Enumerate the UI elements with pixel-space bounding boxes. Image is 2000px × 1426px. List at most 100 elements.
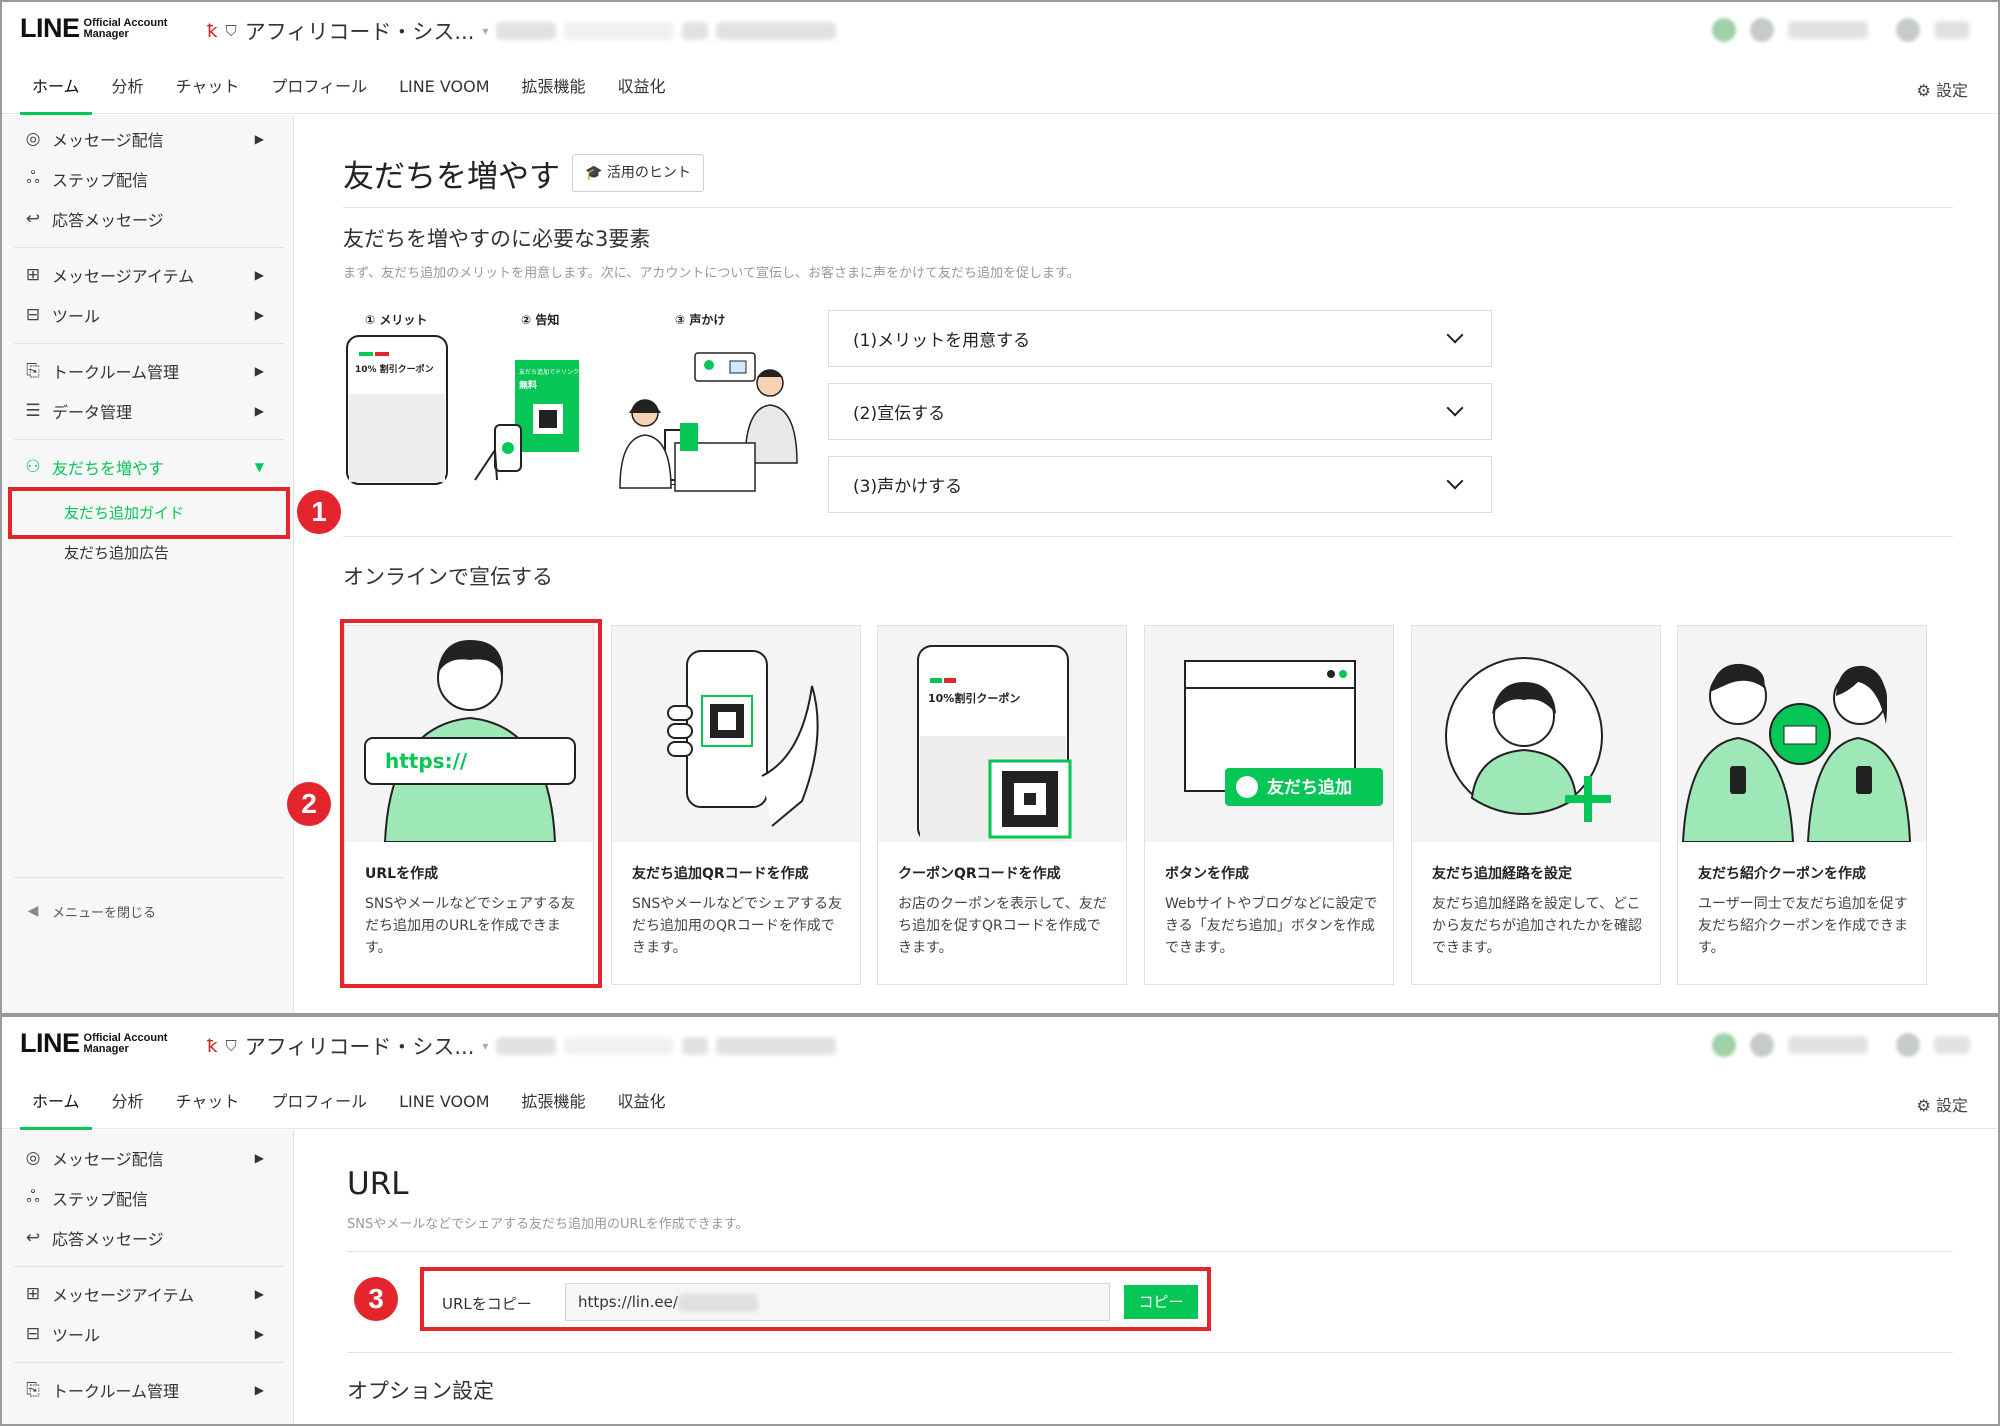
sidebar-item-tool[interactable]: ⊟ ツール ▶ (22, 299, 272, 331)
card-route[interactable]: 友だち追加経路を設定 友だち追加経路を設定して、どこから友だちが追加されたかを確… (1411, 625, 1661, 985)
logo-sub2: Manager (83, 1042, 129, 1055)
step-icon: ஃ (26, 1187, 40, 1207)
sidebar-item-step[interactable]: ஃ ステップ配信 (22, 163, 272, 195)
sidebar-item-broadcast[interactable]: ◎ メッセージ配信 ▶ (22, 1142, 272, 1174)
accordion-merit[interactable]: (1)メリットを用意する (828, 310, 1492, 367)
tab-analytics[interactable]: 分析 (96, 60, 160, 114)
notification-icon[interactable] (1712, 1033, 1736, 1057)
avatar[interactable] (1750, 1033, 1774, 1057)
page-title: 友だちを増やす (343, 159, 560, 195)
card-friend-qr[interactable]: 友だち追加QRコードを作成 SNSやメールなどでシェアする友だち追加用のQRコー… (611, 625, 861, 985)
chevron-right-icon: ▶ (254, 364, 264, 378)
tool-icon: ⊟ (25, 305, 41, 325)
step-label-voice: ③ 声かけ (675, 313, 726, 327)
sidebar-item-data[interactable]: ☰ データ管理 ▶ (22, 395, 272, 427)
account-switcher[interactable]: ꝁ ⛉ アフィリコード・シス... ▾ (207, 16, 837, 46)
highlight-url-card (340, 619, 602, 988)
sidebar-item-talkroom[interactable]: ⎘ トークルーム管理 ▶ (22, 1374, 272, 1406)
user-name[interactable] (1788, 1036, 1868, 1054)
chevron-right-icon: ▶ (254, 1383, 264, 1397)
accordion-promote[interactable]: (2)宣伝する (828, 383, 1492, 440)
tab-profile[interactable]: プロフィール (255, 60, 383, 114)
card-desc: ユーザー同士で友だち追加を促す友だち紹介クーポンを作成できます。 (1698, 896, 1908, 956)
account-logo-icon: ꝁ (207, 20, 218, 42)
tab-monetize[interactable]: 収益化 (602, 1075, 682, 1129)
avatar[interactable] (1750, 18, 1774, 42)
sidebar-item-tool[interactable]: ⊟ ツール ▶ (22, 1318, 272, 1350)
divider (347, 1352, 1953, 1353)
step-label-notice: ② 告知 (521, 313, 560, 327)
chevron-down-icon (1446, 326, 1464, 344)
divider (14, 247, 284, 248)
divider (14, 439, 284, 440)
divider (14, 343, 284, 344)
sidebar-item-reply[interactable]: ↩ 応答メッセージ (22, 1222, 272, 1254)
sidebar-item-broadcast[interactable]: ◎ メッセージ配信 ▶ (22, 123, 272, 155)
sidebar-sub-friend-ads[interactable]: 友だち追加広告 (64, 542, 169, 563)
help-icon[interactable] (1896, 18, 1920, 42)
highlight-friend-guide (8, 487, 290, 539)
message-item-icon: ⊞ (25, 1284, 41, 1304)
browser-button-illustration: 友だち追加 (1184, 660, 1383, 806)
tab-home[interactable]: ホーム (16, 1075, 96, 1130)
hint-button[interactable]: 🎓 活用のヒント (572, 154, 704, 192)
tab-extensions[interactable]: 拡張機能 (506, 60, 602, 114)
illus-poster-line2: 無料 (519, 379, 537, 391)
illus-poster-line1: 友だち追加でドリンク (519, 368, 579, 376)
line-logo[interactable]: LINE Official Account Manager (20, 1028, 167, 1059)
sidebar-item-talkroom[interactable]: ⎘ トークルーム管理 ▶ (22, 355, 272, 387)
main-tabs: ホーム 分析 チャット プロフィール LINE VOOM 拡張機能 収益化 (2, 1075, 1998, 1130)
step-badge-2: 2 (287, 782, 331, 826)
tab-home[interactable]: ホーム (16, 60, 96, 115)
gear-icon: ⚙ (1916, 81, 1931, 100)
tab-chat[interactable]: チャット (160, 60, 256, 114)
section-desc: まず、友だち追加のメリットを用意します。次に、アカウントについて宣伝し、お客さま… (343, 266, 1080, 281)
tab-chat[interactable]: チャット (160, 1075, 256, 1129)
chevron-down-icon (1446, 472, 1464, 490)
tab-profile[interactable]: プロフィール (255, 1075, 383, 1129)
illus-add-friend-text: 友だち追加 (1267, 777, 1352, 798)
chevron-down-icon (1446, 399, 1464, 417)
tab-analytics[interactable]: 分析 (96, 1075, 160, 1129)
highlight-url-copy (420, 1267, 1211, 1331)
talkroom-icon: ⎘ (26, 1380, 40, 1400)
settings-link[interactable]: ⚙ 設定 (1917, 77, 1968, 101)
user-name[interactable] (1788, 21, 1868, 39)
card-button[interactable]: 友だち追加 ボタンを作成 Webサイトやブログなどに設定できる「友だち追加」ボタ… (1144, 625, 1394, 985)
settings-link[interactable]: ⚙ 設定 (1917, 1092, 1968, 1116)
reply-icon: ↩ (25, 209, 41, 229)
chevron-down-icon: ▾ (482, 1039, 489, 1053)
help-label[interactable] (1934, 21, 1970, 39)
notification-icon[interactable] (1712, 18, 1736, 42)
sidebar-item-message-item[interactable]: ⊞ メッセージアイテム ▶ (22, 259, 272, 291)
line-logo[interactable]: LINE Official Account Manager (20, 13, 167, 44)
guide-screen: LINE Official Account Manager ꝁ ⛉ アフィリコード… (0, 0, 2000, 1015)
card-coupon-qr[interactable]: 10%割引クーポン クーポンQRコードを作成 お店のクーポンを表示して、友だち追… (877, 625, 1127, 985)
divider (343, 536, 1953, 537)
logo-text: LINE (20, 1028, 80, 1058)
tab-extensions[interactable]: 拡張機能 (506, 1075, 602, 1129)
divider (343, 207, 1953, 208)
sidebar-item-add-friends[interactable]: ⚇ 友だちを増やす ▼ (22, 451, 272, 483)
card-referral-coupon[interactable]: 友だち紹介クーポンを作成 ユーザー同士で友だち追加を促す友だち紹介クーポンを作成… (1677, 625, 1927, 985)
collapse-menu-button[interactable]: ◀ メニューを閉じる (22, 895, 272, 927)
sidebar-item-step[interactable]: ஃ ステップ配信 (22, 1182, 272, 1214)
tab-monetize[interactable]: 収益化 (602, 60, 682, 114)
tab-line-voom[interactable]: LINE VOOM (383, 60, 505, 114)
help-icon[interactable] (1896, 1033, 1920, 1057)
card-title: クーポンQRコードを作成 (898, 866, 1061, 882)
illus-coupon-text: 10% 割引クーポン (355, 363, 434, 375)
sidebar: ◎ メッセージ配信 ▶ ஃ ステップ配信 ↩ 応答メッセージ ⊞ メッセージアイテム ▶ ⊟… (2, 1130, 294, 1424)
section-title: 友だちを増やすのに必要な3要素 (343, 227, 651, 251)
chat-mode (716, 1037, 837, 1055)
accordion-voice[interactable]: (3)声かけする (828, 456, 1492, 513)
account-switcher[interactable]: ꝁ ⛉ アフィリコード・シス... ▾ (207, 1031, 837, 1061)
sidebar-item-message-item[interactable]: ⊞ メッセージアイテム ▶ (22, 1278, 272, 1310)
help-label[interactable] (1934, 1036, 1970, 1054)
plan-badge (564, 22, 675, 40)
graduation-cap-icon: 🎓 (585, 165, 603, 181)
option-settings-title: オプション設定 (347, 1379, 494, 1403)
tab-line-voom[interactable]: LINE VOOM (383, 1075, 505, 1129)
sidebar-item-reply[interactable]: ↩ 応答メッセージ (22, 203, 272, 235)
card-desc: お店のクーポンを表示して、友だち追加を促すQRコードを作成できます。 (898, 896, 1107, 956)
